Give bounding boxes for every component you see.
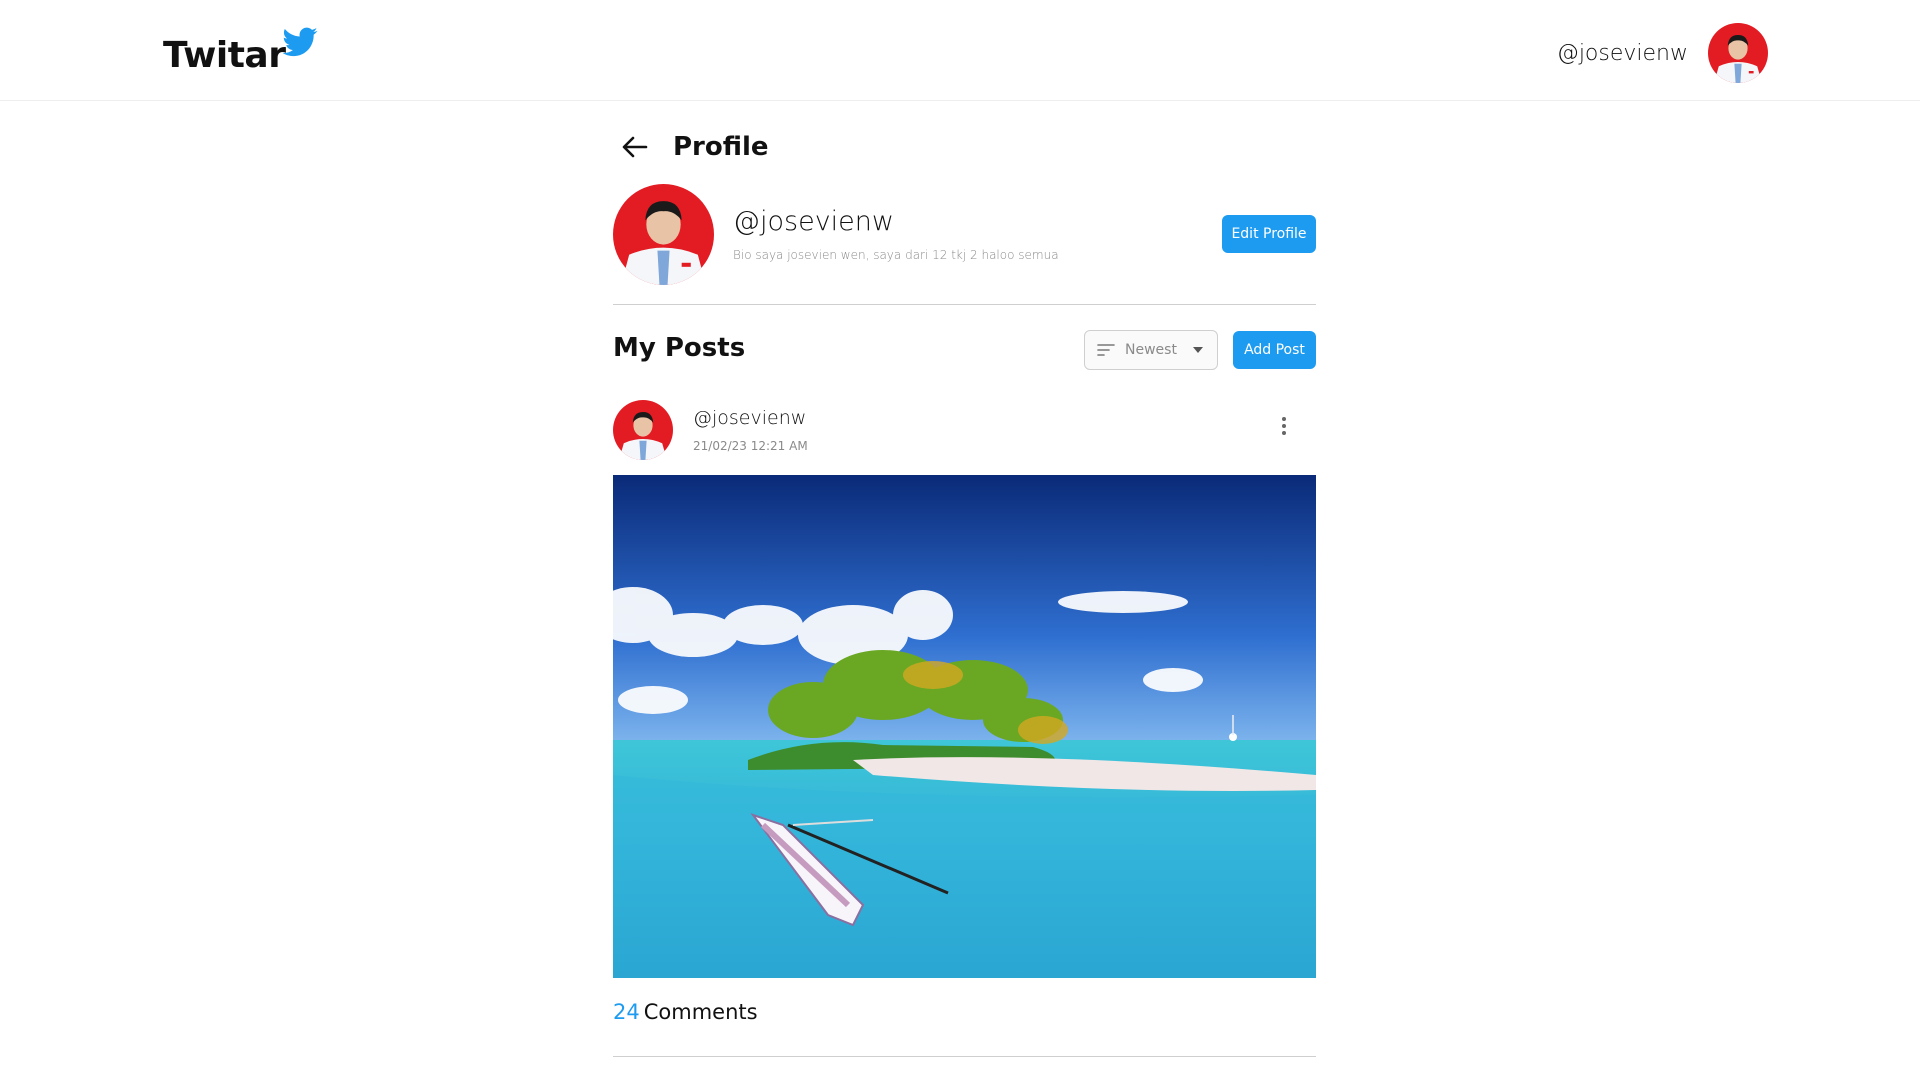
profile-divider <box>613 304 1316 305</box>
post-image[interactable] <box>613 475 1316 978</box>
sort-icon <box>1097 344 1115 356</box>
app-logo[interactable]: Twitar <box>163 22 319 74</box>
add-post-button[interactable]: Add Post <box>1233 331 1316 369</box>
profile-username: @josevienw <box>733 206 894 237</box>
top-navbar: Twitar @josevienw <box>0 0 1920 101</box>
back-arrow-icon[interactable] <box>613 125 657 169</box>
account-menu[interactable]: @josevienw <box>1557 23 1768 83</box>
comments-label: Comments <box>643 1000 758 1024</box>
page-title: Profile <box>673 132 769 162</box>
post-author-avatar[interactable] <box>613 400 673 460</box>
more-options-icon[interactable] <box>1272 414 1296 438</box>
sort-value: Newest <box>1125 342 1177 358</box>
logo-text: Twitar <box>163 35 286 76</box>
profile-card: @josevienw Bio saya josevien wen, saya d… <box>613 184 1316 285</box>
post-author-username[interactable]: @josevienw <box>693 407 806 429</box>
edit-profile-button[interactable]: Edit Profile <box>1222 215 1316 253</box>
comments-link[interactable]: 24 Comments <box>613 1000 758 1024</box>
posts-section-title: My Posts <box>613 333 746 363</box>
post-timestamp: 21/02/23 12:21 AM <box>693 439 808 453</box>
page-header: Profile <box>613 125 769 169</box>
posts-toolbar: My Posts Newest Add Post <box>613 330 1316 370</box>
profile-bio: Bio saya josevien wen, saya dari 12 tkj … <box>733 248 1059 262</box>
comment-count: 24 <box>613 1000 640 1024</box>
bird-icon <box>282 27 318 57</box>
chevron-down-icon <box>1192 347 1203 353</box>
profile-avatar <box>613 184 714 285</box>
header-avatar[interactable] <box>1708 23 1768 83</box>
sort-dropdown[interactable]: Newest <box>1084 330 1218 370</box>
header-username: @josevienw <box>1556 40 1688 66</box>
post-divider <box>613 1056 1316 1057</box>
